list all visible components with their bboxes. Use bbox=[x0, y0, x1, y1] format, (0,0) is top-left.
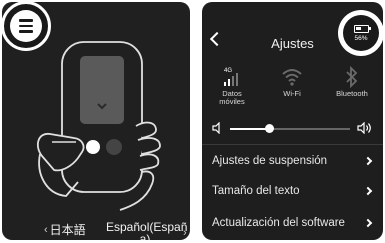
toggle-wifi[interactable]: Wi-Fi bbox=[262, 64, 322, 98]
menu-item-sleep-settings[interactable]: Ajustes de suspensión bbox=[202, 146, 383, 176]
language-current[interactable]: Español(Españ a) bbox=[106, 221, 187, 240]
volume-high-icon bbox=[357, 122, 371, 134]
battery-icon bbox=[353, 24, 371, 33]
mobile-data-label-2: móviles bbox=[219, 97, 245, 106]
chevron-left-icon: ‹ bbox=[44, 223, 48, 236]
volume-knob[interactable] bbox=[265, 124, 275, 133]
language-current-line2: a) bbox=[139, 232, 151, 240]
menu-item-label: Tamaño del texto bbox=[212, 185, 300, 197]
volume-slider[interactable] bbox=[202, 120, 383, 136]
chevron-right-icon[interactable]: › bbox=[183, 227, 187, 239]
menu-item-text-size[interactable]: Tamaño del texto bbox=[202, 176, 383, 206]
wifi-label: Wi-Fi bbox=[283, 89, 301, 98]
chevron-right-icon bbox=[363, 156, 373, 166]
divider bbox=[202, 144, 383, 145]
volume-fill bbox=[230, 128, 270, 130]
bluetooth-icon bbox=[322, 64, 382, 90]
toggle-mobile-data[interactable]: 4G Datos móviles bbox=[202, 64, 262, 106]
home-screen: ‹ 日本語 Español(Españ a) › bbox=[2, 2, 190, 240]
chevron-right-icon bbox=[363, 218, 373, 228]
device-in-hand-illustration bbox=[36, 41, 161, 211]
language-selector[interactable]: ‹ 日本語 Español(Españ a) › bbox=[2, 214, 190, 240]
toggle-bluetooth[interactable]: Bluetooth bbox=[322, 64, 382, 98]
mobile-data-4g-icon: 4G bbox=[202, 64, 262, 90]
battery-status[interactable]: 56% bbox=[338, 10, 384, 56]
bluetooth-label: Bluetooth bbox=[336, 89, 368, 98]
battery-indicator: 56% bbox=[343, 15, 379, 51]
language-prev-label: 日本語 bbox=[49, 223, 86, 237]
wifi-icon bbox=[262, 64, 322, 90]
menu-item-label: Ajustes de suspensión bbox=[212, 155, 328, 167]
battery-percent: 56% bbox=[354, 34, 368, 42]
chevron-right-icon bbox=[363, 186, 373, 196]
menu-item-label: Actualización del software bbox=[212, 217, 345, 229]
volume-low-icon bbox=[212, 122, 220, 134]
language-prev[interactable]: ‹ 日本語 bbox=[44, 221, 86, 238]
menu-item-software-update[interactable]: Actualización del software bbox=[202, 208, 383, 238]
svg-text:4G: 4G bbox=[224, 68, 232, 74]
